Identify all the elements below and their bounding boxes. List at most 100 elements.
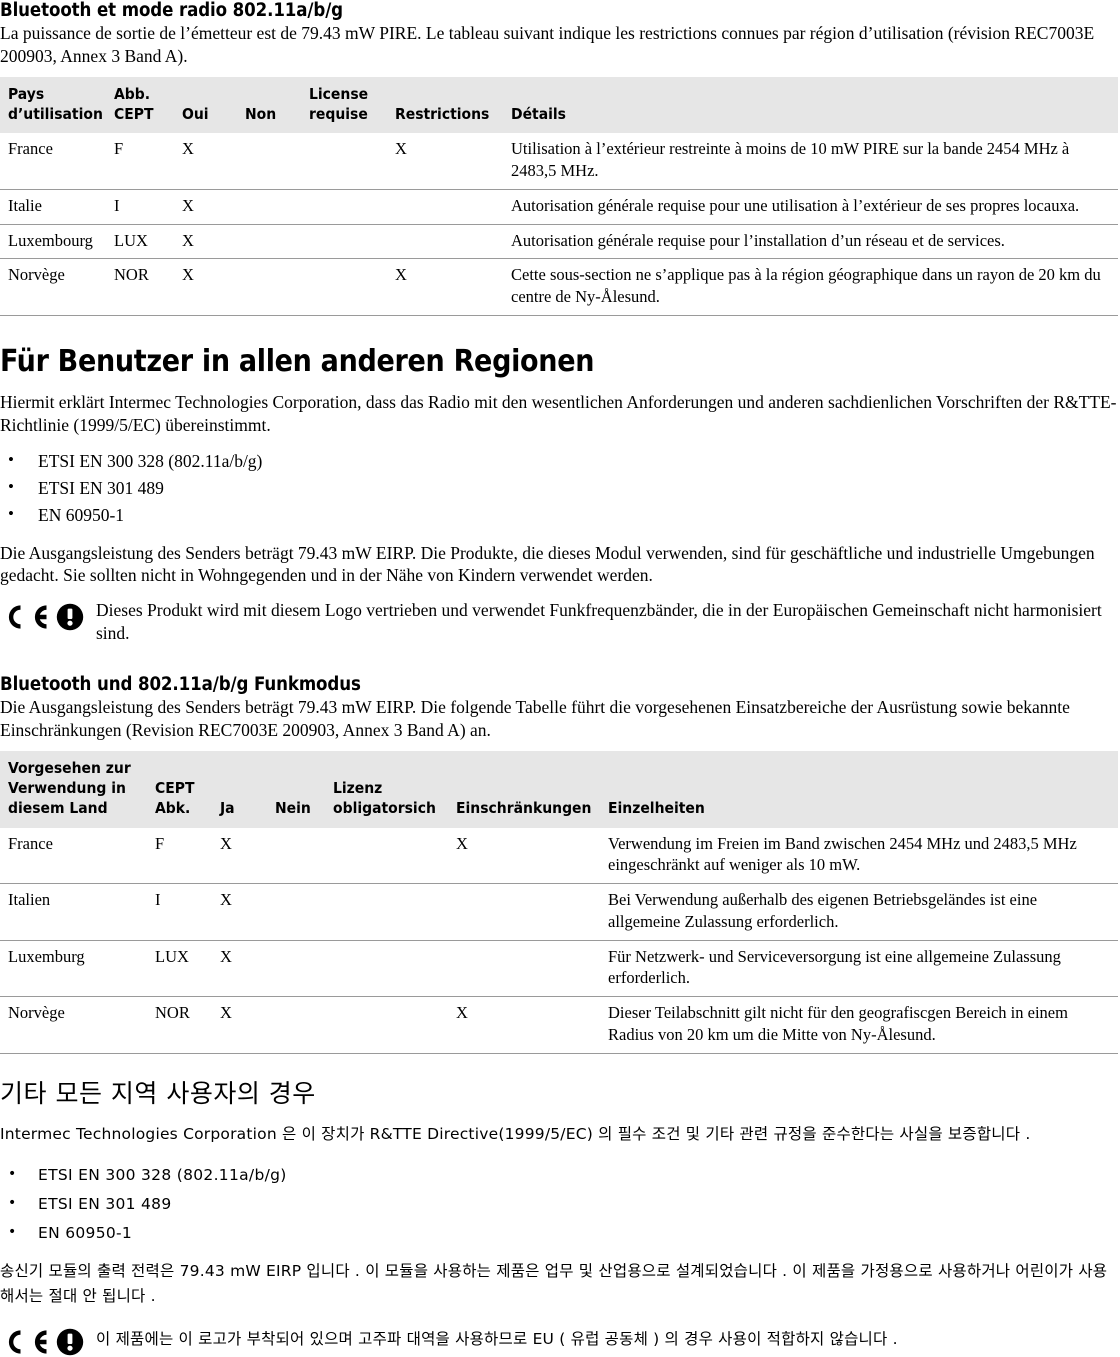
column-header-license-line1: Lizenz — [333, 779, 383, 798]
cell-restrictions — [456, 883, 608, 941]
column-header-no: Nein — [275, 751, 333, 828]
cell-yes: X — [220, 883, 275, 941]
cell-details: Autorisation générale requise pour une u… — [511, 189, 1118, 225]
section-subheading-bluetooth-de: Bluetooth und 802.11a/b/g Funkmodus — [0, 674, 361, 696]
list-item: ETSI EN 301 489 — [0, 1190, 1120, 1219]
cell-cept: I — [114, 189, 182, 225]
column-header-yes: Oui — [182, 77, 245, 134]
cell-license — [333, 883, 456, 941]
cell-country: France — [0, 827, 155, 885]
cell-no — [245, 258, 309, 316]
column-header-no: Non — [245, 77, 309, 134]
standards-list-kr: ETSI EN 300 328 (802.11a/b/g) ETSI EN 30… — [0, 1161, 1120, 1247]
cell-restrictions — [395, 189, 511, 225]
table-header-fr: Pays d’utilisation Abb. CEPT Oui Non Lic… — [0, 77, 1118, 134]
cell-cept: I — [155, 883, 220, 941]
cell-restrictions — [395, 224, 511, 260]
table-header-de: Vorgesehen zur Verwendung in diesem Land… — [0, 751, 1118, 828]
ce-mark-icon — [0, 598, 96, 632]
column-header-details: Détails — [511, 77, 1118, 134]
column-header-country: Vorgesehen zur Verwendung in diesem Land — [0, 751, 155, 828]
cell-details: Cette sous-section ne s’applique pas à l… — [511, 258, 1118, 316]
cell-country: Italien — [0, 883, 155, 941]
cell-yes: X — [220, 827, 275, 885]
cell-cept: LUX — [114, 224, 182, 260]
column-header-country-line3: diesem Land — [8, 799, 108, 818]
column-header-cept-line1: Abb. — [114, 85, 151, 104]
table-row: Norvège NOR X X Cette sous-section ne s’… — [0, 258, 1118, 316]
ce-notice-block-kr: 이 제품에는 이 로고가 부착되어 있으며 고주파 대역을 사용하므로 EU (… — [0, 1323, 1120, 1357]
cell-no — [245, 133, 309, 190]
column-header-cept: CEPT Abk. — [155, 751, 220, 828]
column-header-cept-line1: CEPT — [155, 779, 195, 798]
column-header-country-line1: Pays — [8, 85, 45, 104]
cell-restrictions: X — [456, 996, 608, 1054]
standards-list-de: ETSI EN 300 328 (802.11a/b/g) ETSI EN 30… — [0, 447, 1120, 529]
section-heading-de: Für Benutzer in allen anderen Regionen — [0, 343, 595, 379]
column-header-cept-line2: CEPT — [114, 105, 154, 124]
column-header-country-line1: Vorgesehen zur — [8, 759, 131, 778]
cell-no — [275, 883, 333, 941]
regulatory-table-fr: Pays d’utilisation Abb. CEPT Oui Non Lic… — [0, 77, 1118, 316]
cell-cept: LUX — [155, 940, 220, 998]
table-row: Norvège NOR X X Dieser Teilabschnitt gil… — [0, 996, 1118, 1054]
column-header-country-line2: d’utilisation — [8, 105, 103, 124]
table-row: Luxembourg LUX X Autorisation générale r… — [0, 224, 1118, 260]
cell-license — [333, 996, 456, 1054]
ce-notice-text-de: Dieses Produkt wird mit diesem Logo vert… — [96, 600, 1102, 643]
cell-details: Für Netzwerk- und Serviceversorgung ist … — [608, 940, 1118, 998]
cell-restrictions: X — [395, 258, 511, 316]
column-header-country-line2: Verwendung in — [8, 779, 126, 798]
section-heading-bluetooth-fr: Bluetooth et mode radio 802.11a/b/g — [0, 0, 343, 21]
list-item: EN 60950-1 — [0, 501, 1120, 529]
table-body-fr: France F X X Utilisation à l’extérieur r… — [0, 133, 1118, 316]
cell-country: Italie — [0, 189, 114, 225]
cell-details: Verwendung im Freien im Band zwischen 24… — [608, 827, 1118, 885]
paragraph-declaration-kr: Intermec Technologies Corporation 은 이 장치… — [0, 1125, 1031, 1144]
table-row: Luxemburg LUX X Für Netzwerk- und Servic… — [0, 940, 1118, 998]
cell-cept: F — [155, 827, 220, 885]
column-header-license-line2: obligatorsich — [333, 799, 436, 818]
regulatory-table-de: Vorgesehen zur Verwendung in diesem Land… — [0, 751, 1118, 1054]
cell-country: Norvège — [0, 996, 155, 1054]
cell-no — [275, 940, 333, 998]
table-row: Italien I X Bei Verwendung außerhalb des… — [0, 883, 1118, 941]
column-header-restrictions: Restrictions — [395, 77, 511, 134]
cell-cept: F — [114, 133, 182, 190]
cell-country: France — [0, 133, 114, 190]
table-row: France F X X Utilisation à l’extérieur r… — [0, 133, 1118, 190]
paragraph-intro-fr: La puissance de sortie de l’émetteur est… — [0, 23, 1095, 66]
table-header-row: Vorgesehen zur Verwendung in diesem Land… — [0, 751, 1118, 828]
cell-country: Luxemburg — [0, 940, 155, 998]
list-item: ETSI EN 300 328 (802.11a/b/g) — [0, 1161, 1120, 1190]
column-header-cept-line2: Abk. — [155, 799, 191, 818]
cell-cept: NOR — [155, 996, 220, 1054]
cell-license — [309, 258, 395, 316]
cell-no — [275, 827, 333, 885]
cell-yes: X — [220, 940, 275, 998]
table-body-de: France F X X Verwendung im Freien im Ban… — [0, 827, 1118, 1054]
table-row: Italie I X Autorisation générale requise… — [0, 189, 1118, 225]
ce-notice-block-de: Dieses Produkt wird mit diesem Logo vert… — [0, 598, 1120, 644]
paragraph-power-note-de: Die Ausgangsleistung des Senders beträgt… — [0, 542, 1095, 585]
cell-restrictions: X — [395, 133, 511, 190]
paragraph-intro-de: Die Ausgangsleistung des Senders beträgt… — [0, 697, 1070, 740]
cell-license — [333, 827, 456, 885]
cell-details: Autorisation générale requise pour l’ins… — [511, 224, 1118, 260]
column-header-license-line2: requise — [309, 105, 368, 124]
paragraph-power-note-kr: 송신기 모듈의 출력 전력은 79.43 mW EIRP 입니다 . 이 모듈을… — [0, 1262, 1108, 1306]
ce-notice-text-kr: 이 제품에는 이 로고가 부착되어 있으며 고주파 대역을 사용하므로 EU (… — [96, 1329, 898, 1348]
list-item: EN 60950-1 — [0, 1219, 1120, 1248]
cell-details: Bei Verwendung außerhalb des eigenen Bet… — [608, 883, 1118, 941]
column-header-cept: Abb. CEPT — [114, 77, 182, 134]
column-header-details: Einzelheiten — [608, 751, 1118, 828]
table-row: France F X X Verwendung im Freien im Ban… — [0, 827, 1118, 885]
cell-yes: X — [182, 224, 245, 260]
cell-license — [309, 224, 395, 260]
column-header-license: License requise — [309, 77, 395, 134]
column-header-yes: Ja — [220, 751, 275, 828]
ce-mark-icon — [0, 1323, 96, 1357]
